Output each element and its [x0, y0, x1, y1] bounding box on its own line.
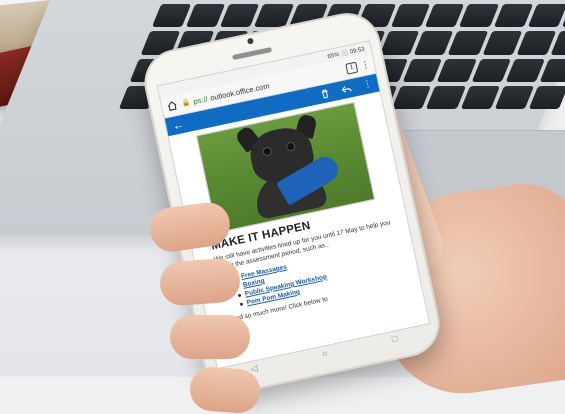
hand-fingers — [147, 110, 270, 414]
front-camera — [246, 37, 254, 45]
reply-icon[interactable] — [341, 83, 353, 95]
lock-icon: 🔒 — [181, 98, 192, 108]
earpiece-speaker — [231, 46, 273, 61]
nav-home-icon[interactable]: ○ — [321, 348, 328, 359]
url-scheme: ps:// — [192, 93, 209, 106]
nav-recents-icon[interactable]: □ — [391, 333, 398, 344]
email-more-icon[interactable]: ⋮ — [362, 78, 373, 91]
more-options-icon[interactable]: ⋮ — [360, 58, 371, 70]
tab-switcher-button[interactable]: 1 — [345, 61, 359, 75]
delete-icon[interactable] — [319, 88, 331, 100]
